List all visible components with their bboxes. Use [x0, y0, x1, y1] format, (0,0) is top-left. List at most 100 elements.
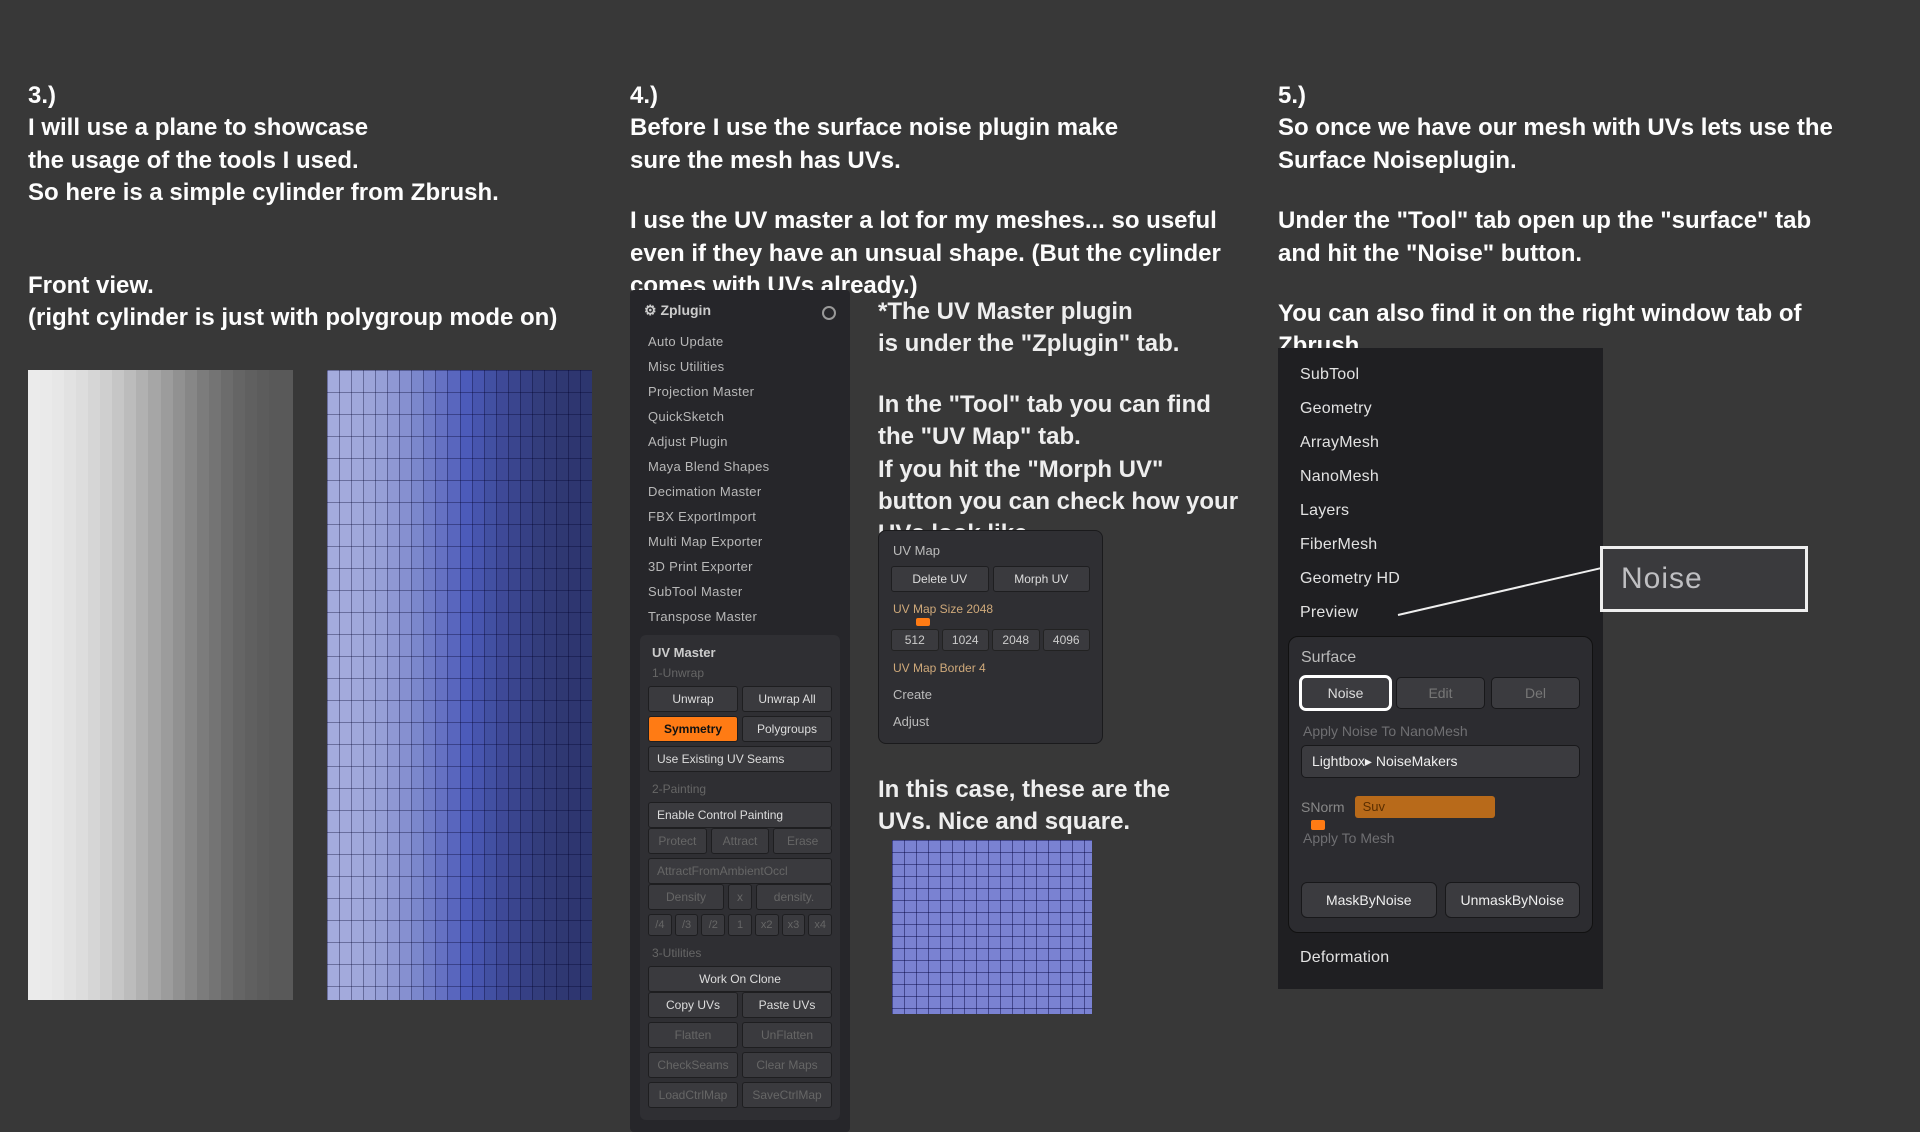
size-1024[interactable]: 1024 — [942, 629, 990, 651]
line: Front view. — [28, 270, 588, 302]
symmetry-button[interactable]: Symmetry — [648, 716, 738, 742]
uv-adjust[interactable]: Adjust — [891, 714, 1090, 729]
zplugin-item[interactable]: Misc Utilities — [630, 354, 850, 379]
zplugin-panel: ⚙ Zplugin Auto UpdateMisc UtilitiesProje… — [630, 290, 850, 1132]
size-4096[interactable]: 4096 — [1043, 629, 1091, 651]
zplugin-item[interactable]: Transpose Master — [630, 604, 850, 629]
group-utilities: 3-Utilities — [648, 946, 832, 966]
attract-button[interactable]: Attract — [711, 828, 770, 854]
uv-master-header[interactable]: UV Master — [648, 645, 832, 666]
attract-ao-button[interactable]: AttractFromAmbientOccl — [648, 858, 832, 884]
edit-button[interactable]: Edit — [1396, 677, 1485, 709]
density-d3[interactable]: /3 — [675, 914, 699, 936]
group-unwrap: 1-Unwrap — [648, 666, 832, 686]
line: UVs. Nice and square. — [878, 806, 1238, 838]
line: In this case, these are the — [878, 774, 1238, 806]
zplugin-item[interactable]: Projection Master — [630, 379, 850, 404]
line: *The UV Master plugin — [878, 296, 1268, 328]
use-existing-seams-button[interactable]: Use Existing UV Seams — [648, 746, 832, 772]
line: the "UV Map" tab. — [878, 421, 1268, 453]
line: the usage of the tools I used. — [28, 145, 588, 177]
unmask-by-noise-button[interactable]: UnmaskByNoise — [1445, 882, 1581, 918]
line: Before I use the surface noise plugin ma… — [630, 112, 1240, 144]
density-x4[interactable]: x4 — [808, 914, 832, 936]
clear-maps-button[interactable]: Clear Maps — [742, 1052, 832, 1078]
surface-subpanel: Surface Noise Edit Del Apply Noise To Na… — [1288, 636, 1593, 933]
tool-item[interactable]: SubTool — [1278, 358, 1603, 392]
line: is under the "Zplugin" tab. — [878, 328, 1268, 360]
step-5-text: 5.) So once we have our mesh with UVs le… — [1278, 80, 1858, 363]
density-x3[interactable]: x3 — [782, 914, 806, 936]
uv-map-title[interactable]: UV Map — [891, 543, 1090, 558]
step-3-text: 3.) I will use a plane to showcase the u… — [28, 80, 588, 334]
tool-item[interactable]: Geometry — [1278, 392, 1603, 426]
surface-header[interactable]: Surface — [1301, 649, 1580, 667]
enable-control-painting-button[interactable]: Enable Control Painting — [648, 802, 832, 828]
zplugin-item[interactable]: Decimation Master — [630, 479, 850, 504]
step-num: 4.) — [630, 80, 1240, 112]
tool-item[interactable]: ArrayMesh — [1278, 426, 1603, 460]
del-button[interactable]: Del — [1491, 677, 1580, 709]
check-seams-button[interactable]: CheckSeams — [648, 1052, 738, 1078]
zplugin-item[interactable]: QuickSketch — [630, 404, 850, 429]
copy-uvs-button[interactable]: Copy UVs — [648, 992, 738, 1018]
size-2048[interactable]: 2048 — [992, 629, 1040, 651]
slider-knob-icon[interactable] — [1311, 820, 1325, 830]
work-on-clone-button[interactable]: Work On Clone — [648, 966, 832, 992]
uv-create[interactable]: Create — [891, 687, 1090, 702]
tool-panel: SubToolGeometryArrayMeshNanoMeshLayersFi… — [1278, 348, 1603, 989]
tool-item-deformation[interactable]: Deformation — [1278, 941, 1603, 975]
step-num: 3.) — [28, 80, 588, 112]
line: So here is a simple cylinder from Zbrush… — [28, 177, 588, 209]
uv-master-subpanel: UV Master 1-Unwrap Unwrap Unwrap All Sym… — [640, 635, 840, 1120]
zplugin-item[interactable]: FBX ExportImport — [630, 504, 850, 529]
cylinder-shaded — [28, 370, 293, 1000]
noise-callout: Noise — [1600, 546, 1808, 612]
line: Under the "Tool" tab open up the "surfac… — [1278, 205, 1858, 237]
noise-callout-label: Noise — [1621, 562, 1703, 596]
zplugin-item[interactable]: SubTool Master — [630, 579, 850, 604]
tool-item[interactable]: Layers — [1278, 494, 1603, 528]
zplugin-item[interactable]: Auto Update — [630, 329, 850, 354]
unflatten-button[interactable]: UnFlatten — [742, 1022, 832, 1048]
uv-map-border-label: UV Map Border 4 — [893, 661, 1088, 675]
tool-item[interactable]: FiberMesh — [1278, 528, 1603, 562]
flatten-button[interactable]: Flatten — [648, 1022, 738, 1048]
load-ctrlmap-button[interactable]: LoadCtrlMap — [648, 1082, 738, 1108]
density-x: x — [728, 884, 752, 910]
noise-button[interactable]: Noise — [1301, 677, 1390, 709]
erase-button[interactable]: Erase — [773, 828, 832, 854]
morph-uv-button[interactable]: Morph UV — [993, 566, 1091, 592]
refresh-icon[interactable] — [822, 306, 836, 320]
zplugin-item[interactable]: Adjust Plugin — [630, 429, 850, 454]
protect-button[interactable]: Protect — [648, 828, 707, 854]
slider-knob-icon[interactable] — [916, 618, 930, 626]
line: If you hit the "Morph UV" — [878, 454, 1268, 486]
line: (right cylinder is just with polygroup m… — [28, 302, 588, 334]
tool-item[interactable]: Preview — [1278, 596, 1603, 630]
line: Surface Noiseplugin. — [1278, 145, 1858, 177]
unwrap-all-button[interactable]: Unwrap All — [742, 686, 832, 712]
zplugin-item[interactable]: Maya Blend Shapes — [630, 454, 850, 479]
unwrap-button[interactable]: Unwrap — [648, 686, 738, 712]
suv-slider[interactable]: Suv — [1355, 796, 1495, 818]
save-ctrlmap-button[interactable]: SaveCtrlMap — [742, 1082, 832, 1108]
tool-item[interactable]: NanoMesh — [1278, 460, 1603, 494]
apply-to-mesh-label[interactable]: Apply To Mesh — [1301, 824, 1580, 852]
mask-by-noise-button[interactable]: MaskByNoise — [1301, 882, 1437, 918]
line: In the "Tool" tab you can find — [878, 389, 1268, 421]
lightbox-noisemakers-button[interactable]: Lightbox▸ NoiseMakers — [1301, 745, 1580, 778]
delete-uv-button[interactable]: Delete UV — [891, 566, 989, 592]
density-d2[interactable]: /2 — [701, 914, 725, 936]
apply-nanomesh-label[interactable]: Apply Noise To NanoMesh — [1301, 717, 1580, 745]
line: and hit the "Noise" button. — [1278, 238, 1858, 270]
step-num: 5.) — [1278, 80, 1858, 112]
zplugin-item[interactable]: 3D Print Exporter — [630, 554, 850, 579]
size-512[interactable]: 512 — [891, 629, 939, 651]
density-x2[interactable]: x2 — [755, 914, 779, 936]
paste-uvs-button[interactable]: Paste UVs — [742, 992, 832, 1018]
zplugin-item[interactable]: Multi Map Exporter — [630, 529, 850, 554]
density-d4[interactable]: /4 — [648, 914, 672, 936]
density-1[interactable]: 1 — [728, 914, 752, 936]
polygroups-button[interactable]: Polygroups — [742, 716, 832, 742]
